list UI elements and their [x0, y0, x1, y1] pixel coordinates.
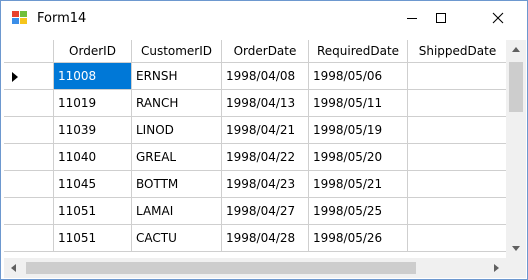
table-row[interactable]: 11045 BOTTM 1998/04/23 1998/05/21 [4, 171, 506, 198]
cell-customerid[interactable]: BOTTM [132, 171, 222, 198]
cell-orderdate[interactable]: 1998/04/08 [222, 63, 309, 90]
grid-cells: OrderID CustomerID OrderDate RequiredDat… [4, 40, 506, 258]
cell-orderid[interactable]: 11040 [54, 144, 132, 171]
close-icon [492, 12, 504, 24]
cell-shippeddate[interactable] [408, 63, 506, 90]
cell-orderdate[interactable]: 1998/04/23 [222, 171, 309, 198]
cell-orderdate[interactable]: 1998/04/28 [222, 225, 309, 252]
horizontal-scrollbar[interactable] [4, 258, 506, 278]
data-grid-view[interactable]: OrderID CustomerID OrderDate RequiredDat… [4, 40, 526, 278]
column-header-orderid[interactable]: OrderID [54, 40, 132, 63]
row-header[interactable] [4, 171, 54, 198]
scrollbar-corner [506, 258, 526, 278]
cell-customerid[interactable]: GREAL [132, 144, 222, 171]
scroll-right-arrow-icon[interactable] [494, 264, 499, 272]
row-header[interactable] [4, 90, 54, 117]
cell-shippeddate[interactable] [408, 90, 506, 117]
maximize-icon [436, 13, 446, 23]
table-row[interactable]: 11039 LINOD 1998/04/21 1998/05/19 [4, 117, 506, 144]
table-row[interactable]: 11051 LAMAI 1998/04/27 1998/05/25 [4, 198, 506, 225]
cell-orderdate[interactable]: 1998/04/27 [222, 198, 309, 225]
minimize-icon [407, 18, 417, 19]
title-bar[interactable]: Form14 [1, 1, 527, 35]
cell-orderid[interactable]: 11019 [54, 90, 132, 117]
column-header-shippeddate[interactable]: ShippedDate [408, 40, 506, 63]
row-header[interactable] [4, 225, 54, 252]
winforms-app-icon [12, 11, 27, 24]
vertical-scrollbar[interactable] [506, 40, 526, 258]
vertical-scroll-thumb[interactable] [509, 62, 523, 112]
row-header[interactable] [4, 117, 54, 144]
scroll-down-arrow-icon[interactable] [512, 246, 520, 251]
cell-orderid[interactable]: 11045 [54, 171, 132, 198]
column-header-requireddate[interactable]: RequiredDate [309, 40, 408, 63]
column-header-orderdate[interactable]: OrderDate [222, 40, 309, 63]
cell-requireddate[interactable]: 1998/05/11 [309, 90, 408, 117]
current-row-arrow-icon [12, 72, 18, 82]
cell-requireddate[interactable]: 1998/05/19 [309, 117, 408, 144]
horizontal-scroll-thumb[interactable] [26, 262, 416, 274]
cell-orderid[interactable]: 11051 [54, 225, 132, 252]
scroll-left-arrow-icon[interactable] [11, 264, 16, 272]
row-header[interactable] [4, 144, 54, 171]
cell-orderid[interactable]: 11051 [54, 198, 132, 225]
window-title: Form14 [37, 11, 87, 26]
row-header[interactable] [4, 63, 54, 90]
maximize-button[interactable] [418, 1, 464, 35]
cell-customerid[interactable]: ERNSH [132, 63, 222, 90]
cell-requireddate[interactable]: 1998/05/25 [309, 198, 408, 225]
cell-shippeddate[interactable] [408, 144, 506, 171]
cell-customerid[interactable]: LINOD [132, 117, 222, 144]
scroll-up-arrow-icon[interactable] [512, 47, 520, 52]
cell-orderdate[interactable]: 1998/04/13 [222, 90, 309, 117]
cell-orderid[interactable]: 11039 [54, 117, 132, 144]
cell-shippeddate[interactable] [408, 117, 506, 144]
cell-customerid[interactable]: LAMAI [132, 198, 222, 225]
table-row[interactable]: 11040 GREAL 1998/04/22 1998/05/20 [4, 144, 506, 171]
row-header[interactable] [4, 198, 54, 225]
cell-requireddate[interactable]: 1998/05/21 [309, 171, 408, 198]
column-header-row: OrderID CustomerID OrderDate RequiredDat… [4, 40, 506, 63]
cell-orderdate[interactable]: 1998/04/21 [222, 117, 309, 144]
close-button[interactable] [475, 1, 521, 35]
cell-shippeddate[interactable] [408, 225, 506, 252]
table-row[interactable]: 11051 CACTU 1998/04/28 1998/05/26 [4, 225, 506, 252]
column-header-customerid[interactable]: CustomerID [132, 40, 222, 63]
cell-customerid[interactable]: CACTU [132, 225, 222, 252]
cell-orderdate[interactable]: 1998/04/22 [222, 144, 309, 171]
cell-shippeddate[interactable] [408, 198, 506, 225]
cell-shippeddate[interactable] [408, 171, 506, 198]
cell-customerid[interactable]: RANCH [132, 90, 222, 117]
cell-requireddate[interactable]: 1998/05/06 [309, 63, 408, 90]
form-window: Form14 OrderID CustomerID OrderDate Requ… [0, 0, 528, 280]
cell-requireddate[interactable]: 1998/05/20 [309, 144, 408, 171]
cell-requireddate[interactable]: 1998/05/26 [309, 225, 408, 252]
table-row[interactable]: 11019 RANCH 1998/04/13 1998/05/11 [4, 90, 506, 117]
table-row[interactable]: 11008 ERNSH 1998/04/08 1998/05/06 [4, 63, 506, 90]
cell-orderid[interactable]: 11008 [54, 63, 132, 90]
top-left-header-cell[interactable] [4, 40, 54, 63]
